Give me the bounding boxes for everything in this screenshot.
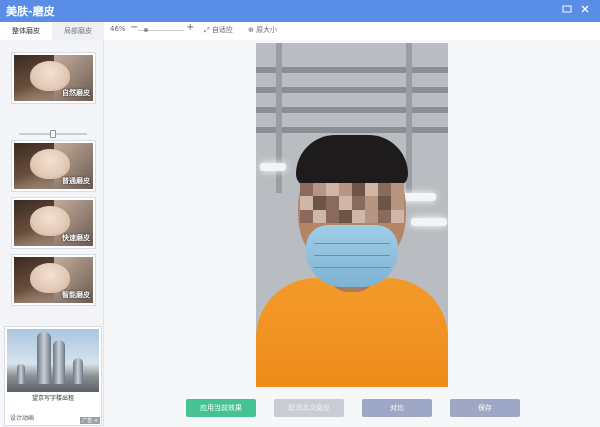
- photo-preview[interactable]: [256, 43, 448, 387]
- mosaic-blur: [300, 183, 404, 223]
- apply-effect-button[interactable]: 应用当前效果: [186, 399, 256, 417]
- preset-thumbnail: 快速磨皮: [14, 200, 93, 246]
- ad-subtitle[interactable]: 设计动画: [10, 413, 34, 422]
- zoom-out-button[interactable]: −: [130, 22, 138, 33]
- magnifier-icon: ⊕: [248, 26, 254, 34]
- tab-local[interactable]: 局部磨皮: [52, 22, 104, 40]
- tab-overall[interactable]: 整体磨皮: [0, 22, 52, 40]
- tab-bar: 整体磨皮 局部磨皮: [0, 22, 104, 40]
- cancel-smoothing-button[interactable]: 取消本次磨皮: [274, 399, 344, 417]
- fit-label: 自适应: [211, 26, 233, 34]
- zoom-slider-handle[interactable]: [144, 28, 148, 32]
- title-bar: 美肤-磨皮: [0, 0, 600, 22]
- preset-fast[interactable]: 快速磨皮: [11, 197, 96, 249]
- preset-label: 普通磨皮: [62, 177, 90, 185]
- maximize-icon[interactable]: [560, 4, 574, 18]
- skin-smoothing-window: 美肤-磨皮 整体磨皮 局部磨皮 自然磨皮 轻 中 深: [0, 0, 600, 427]
- ad-image[interactable]: [7, 329, 99, 392]
- zoom-in-button[interactable]: +: [186, 22, 194, 33]
- ad-banner[interactable]: 望京写字楼出租 设计动画 广告 ×: [4, 326, 102, 426]
- fit-to-window-button[interactable]: ⤢ 自适应: [204, 25, 233, 35]
- ad-close-tag[interactable]: 广告 ×: [80, 417, 100, 424]
- fit-icon: ⤢: [204, 26, 210, 34]
- preset-thumbnail: 智能磨皮: [14, 257, 93, 303]
- sidebar: 整体磨皮 局部磨皮 自然磨皮 轻 中 深 普通磨皮 快速磨皮: [0, 22, 104, 427]
- preset-natural[interactable]: 自然磨皮: [11, 52, 96, 104]
- image-canvas: 应用当前效果 取消本次磨皮 对比 保存: [104, 40, 600, 427]
- preset-normal[interactable]: 普通磨皮: [11, 140, 96, 192]
- window-title: 美肤-磨皮: [6, 5, 55, 18]
- preset-label: 自然磨皮: [62, 89, 90, 97]
- original-label: 原大小: [256, 26, 278, 34]
- slider-handle[interactable]: [50, 130, 56, 138]
- preset-thumbnail: 自然磨皮: [14, 55, 93, 101]
- original-size-button[interactable]: ⊕ 原大小: [248, 25, 277, 35]
- preset-smart[interactable]: 智能磨皮: [11, 254, 96, 306]
- preset-thumbnail: 普通磨皮: [14, 143, 93, 189]
- ad-caption[interactable]: 望京写字楼出租: [5, 393, 101, 402]
- toolbar: 46% − + ⤢ 自适应 ⊕ 原大小: [104, 22, 600, 40]
- preset-label: 快速磨皮: [62, 234, 90, 242]
- compare-button[interactable]: 对比: [362, 399, 432, 417]
- close-icon[interactable]: [578, 4, 592, 18]
- zoom-percent: 46%: [110, 25, 126, 33]
- save-button[interactable]: 保存: [450, 399, 520, 417]
- preset-label: 智能磨皮: [62, 291, 90, 299]
